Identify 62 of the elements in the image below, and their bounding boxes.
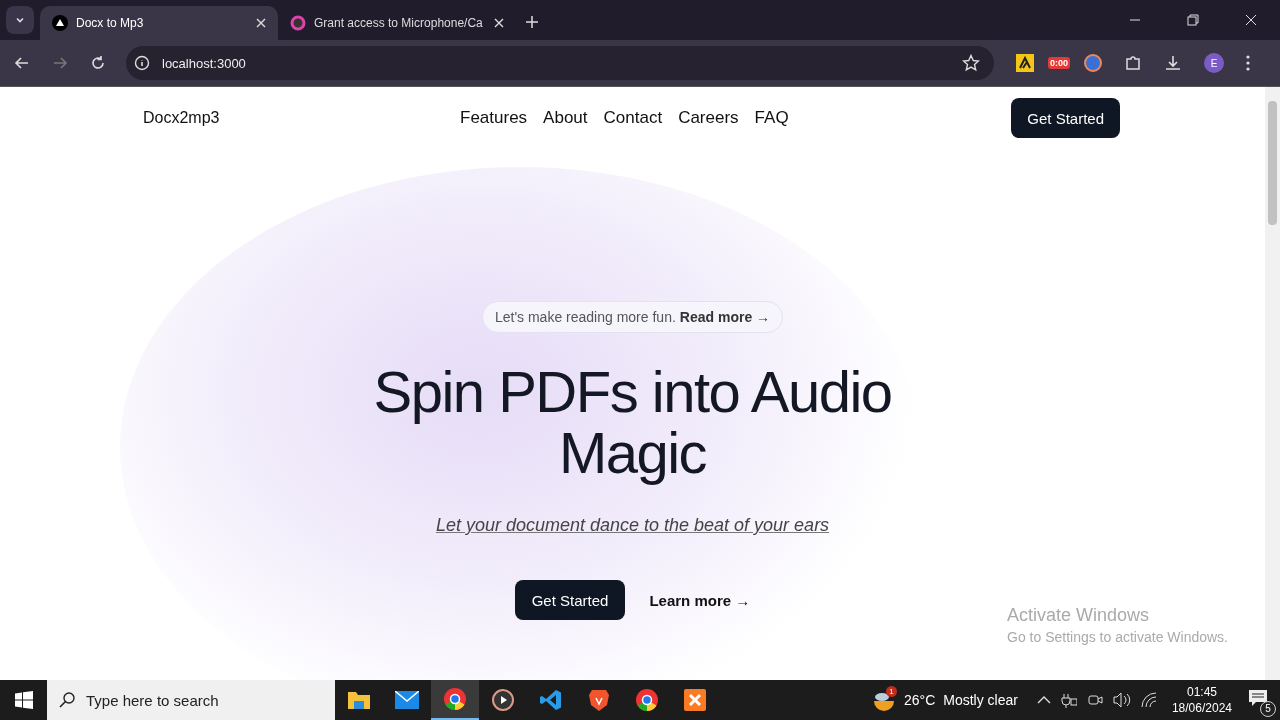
nav-link[interactable]: Contact [603, 108, 663, 128]
windows-icon[interactable] [15, 691, 33, 709]
forward-icon[interactable] [52, 55, 68, 71]
nav-link[interactable]: Features [460, 108, 528, 128]
profile-avatar[interactable]: E [1204, 53, 1224, 73]
ring-icon [290, 15, 306, 31]
restore-icon[interactable] [1187, 14, 1199, 26]
cross-logo-icon [684, 689, 706, 711]
download-icon[interactable] [1164, 54, 1182, 72]
speaker-icon[interactable] [1112, 692, 1131, 708]
brand-name[interactable]: Docx2mp3 [143, 109, 460, 127]
new-tab-icon[interactable] [526, 16, 538, 28]
play-icon [492, 689, 514, 711]
reload-icon[interactable] [90, 55, 106, 71]
mail-icon [395, 691, 419, 709]
nav-link[interactable]: About [543, 108, 588, 128]
back-icon[interactable] [14, 55, 30, 71]
timer-badge[interactable]: 0:00 [1048, 57, 1070, 69]
learn-more-link[interactable]: Learn more → [649, 591, 751, 609]
star-icon[interactable] [962, 54, 980, 72]
folder-icon [347, 690, 371, 710]
activation-title: Activate Windows [1007, 605, 1151, 626]
browser-tab[interactable]: Grant access to Microphone/Ca [278, 6, 516, 40]
close-icon[interactable] [256, 18, 266, 28]
tab-search-button[interactable] [6, 6, 34, 34]
search-icon [59, 692, 75, 708]
hero-subtitle: Let your document dance to the beat of your ears [435, 515, 830, 536]
activation-hint: Go to Settings to activate Windows. [1007, 629, 1228, 645]
hero-headline: Spin PDFs into Audio Magic [372, 361, 893, 483]
weather-badge: 1 [885, 686, 897, 697]
temperature: 26°C [903, 692, 936, 708]
scrollbar[interactable] [1265, 87, 1280, 680]
get-started-button[interactable]: Get Started [1011, 98, 1120, 138]
read-more-link[interactable]: Read more → [679, 309, 771, 325]
notification-count: 5 [1260, 701, 1276, 717]
browser-icon [444, 688, 466, 710]
browser-tab[interactable]: Docx to Mp3 [40, 6, 278, 40]
close-icon[interactable] [1245, 14, 1257, 26]
code-editor-icon [540, 689, 562, 711]
nav-link[interactable]: Careers [678, 108, 739, 128]
globe-icon[interactable] [1084, 54, 1102, 72]
get-started-button[interactable]: Get Started [514, 580, 626, 620]
clock-date[interactable]: 18/06/2024 [1171, 701, 1232, 715]
extension-icon[interactable] [1016, 54, 1034, 72]
address-field[interactable]: localhost:3000 [126, 46, 994, 80]
chevron-up-icon[interactable] [1036, 695, 1051, 705]
shield-icon [589, 689, 609, 711]
weather-widget[interactable]: 1 26°C Mostly clear [871, 689, 1018, 711]
browser-icon [636, 689, 658, 711]
nav-link[interactable]: FAQ [754, 108, 789, 128]
info-icon [134, 55, 150, 71]
close-icon[interactable] [494, 18, 504, 28]
menu-icon[interactable] [1246, 55, 1250, 71]
weather-condition: Mostly clear [943, 692, 1018, 708]
taskbar-search-field[interactable]: Type here to search [47, 680, 335, 720]
scroll-thumb[interactable] [1268, 101, 1277, 225]
taskbar-app[interactable] [431, 680, 479, 720]
camera-icon[interactable] [1086, 692, 1103, 708]
clock-time[interactable]: 01:45 [1186, 685, 1217, 699]
announcement-text: Let's make reading more fun. [494, 309, 676, 325]
plug-icon[interactable] [1060, 692, 1077, 708]
wifi-icon[interactable] [1140, 692, 1157, 708]
